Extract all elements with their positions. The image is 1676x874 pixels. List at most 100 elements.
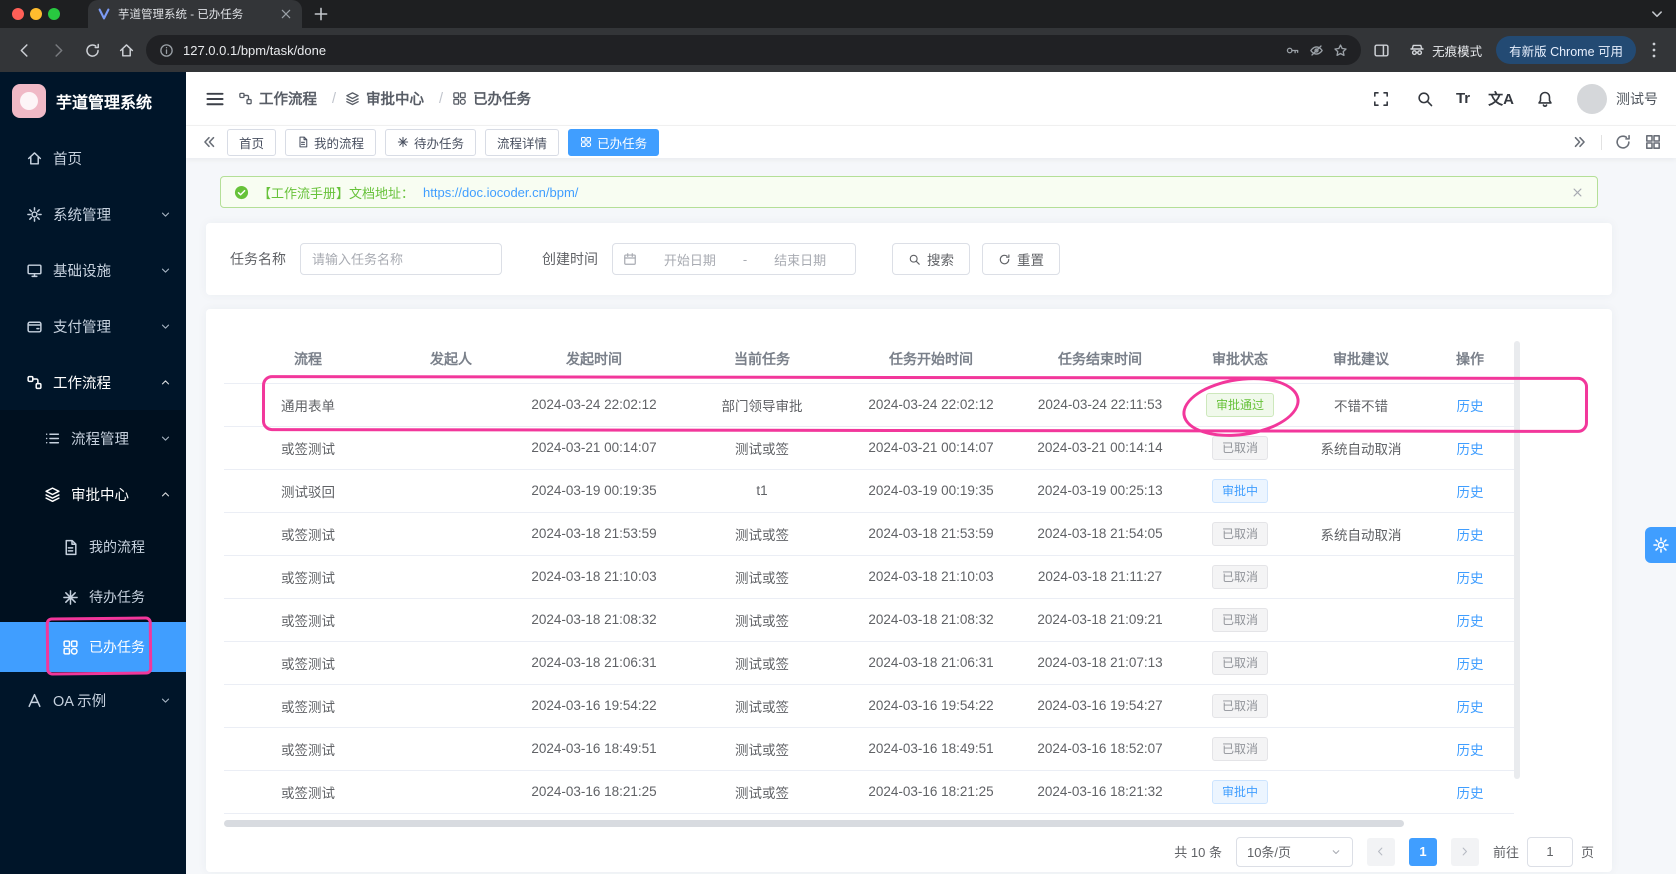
history-link[interactable]: 历史 <box>1457 614 1484 629</box>
breadcrumb-item[interactable]: 审批中心 / <box>345 88 452 109</box>
cell-initiator <box>392 598 510 642</box>
forward-icon[interactable] <box>44 36 72 64</box>
current-page-button[interactable]: 1 <box>1408 837 1437 866</box>
sidebar-menu: 首页 系统管理 基础设施 支付管理 工作流程 流程管理 审批中心 我的流程 待办… <box>0 130 186 728</box>
font-size-icon[interactable]: Tr <box>1453 83 1473 115</box>
reset-button[interactable]: 重置 <box>982 243 1060 275</box>
side-panel-icon[interactable] <box>1367 36 1395 64</box>
breadcrumb-item[interactable]: 工作流程 / <box>238 88 345 109</box>
history-link[interactable]: 历史 <box>1457 786 1484 801</box>
cell-initiator <box>392 555 510 599</box>
breadcrumb-item[interactable]: 已办任务 / <box>452 88 531 109</box>
browser-menu-icon[interactable] <box>1644 40 1664 60</box>
history-link[interactable]: 历史 <box>1457 743 1484 758</box>
select-chevron-icon <box>1330 846 1342 858</box>
goto-page-input[interactable] <box>1526 836 1573 867</box>
window-zoom-button[interactable] <box>48 8 60 20</box>
page-tab[interactable]: 流程详情 <box>485 128 560 156</box>
horizontal-scrollbar[interactable] <box>224 819 1404 827</box>
prev-page-button[interactable] <box>1366 837 1395 866</box>
column-header: 操作 <box>1426 335 1514 384</box>
translate-icon[interactable]: 文A <box>1485 83 1517 115</box>
chrome-update-button[interactable]: 有新版 Chrome 可用 <box>1496 36 1636 64</box>
sidebar-item[interactable]: 基础设施 <box>0 242 186 298</box>
history-link[interactable]: 历史 <box>1457 700 1484 715</box>
menu-item-icon <box>44 430 61 447</box>
sidebar-item[interactable]: 首页 <box>0 130 186 186</box>
cell-process: 或签测试 <box>224 684 392 728</box>
page-content: 【工作流手册】文档地址： https://doc.iocoder.cn/bpm/… <box>186 158 1676 874</box>
home-icon[interactable] <box>112 36 140 64</box>
fullscreen-icon[interactable] <box>1365 83 1397 115</box>
column-header: 流程 <box>224 335 392 384</box>
eye-off-icon[interactable] <box>1309 43 1324 58</box>
tab-close-icon[interactable] <box>279 7 293 21</box>
search-button[interactable]: 搜索 <box>892 243 970 275</box>
sidebar-item[interactable]: 流程管理 <box>0 410 186 466</box>
menu-item-icon <box>62 639 79 656</box>
new-tab-button[interactable] <box>312 5 330 23</box>
status-badge: 已取消 <box>1211 650 1268 675</box>
cell-task-start-time: 2024-03-16 18:21:25 <box>846 770 1016 814</box>
task-name-input[interactable] <box>300 243 502 275</box>
tab-search-icon[interactable] <box>1648 5 1666 23</box>
page-tab[interactable]: 已办任务 <box>568 128 660 156</box>
alert-doc-link[interactable]: https://doc.iocoder.cn/bpm/ <box>423 185 578 200</box>
cell-action: 历史 <box>1426 641 1514 685</box>
history-link[interactable]: 历史 <box>1457 399 1484 414</box>
cell-status: 审批通过 <box>1184 383 1296 427</box>
history-link[interactable]: 历史 <box>1457 528 1484 543</box>
breadcrumb-icon <box>345 91 360 106</box>
site-info-icon[interactable] <box>159 43 174 58</box>
history-link[interactable]: 历史 <box>1457 657 1484 672</box>
history-link[interactable]: 历史 <box>1457 442 1484 457</box>
sidebar-item[interactable]: 审批中心 <box>0 466 186 522</box>
history-link[interactable]: 历史 <box>1457 571 1484 586</box>
tabs-scroll-right-icon[interactable] <box>1571 133 1589 151</box>
cell-current-task: 测试或签 <box>678 770 846 814</box>
page-size-select[interactable]: 10条/页 <box>1235 836 1353 867</box>
sidebar-item[interactable]: 系统管理 <box>0 186 186 242</box>
page-tab[interactable]: 待办任务 <box>385 128 477 156</box>
layout-grid-icon[interactable] <box>1644 133 1662 151</box>
next-page-button[interactable] <box>1450 837 1479 866</box>
collapse-sidebar-icon[interactable] <box>204 88 226 110</box>
notification-bell-icon[interactable] <box>1529 83 1561 115</box>
sidebar-item[interactable]: 已办任务 <box>0 622 186 672</box>
app-logo[interactable]: 芋道管理系统 <box>0 72 186 130</box>
window-close-button[interactable] <box>12 8 24 20</box>
cell-task-end-time: 2024-03-16 18:52:07 <box>1016 727 1184 771</box>
url-bar[interactable]: 127.0.0.1/bpm/task/done <box>146 35 1362 65</box>
page-tab-label: 流程详情 <box>497 136 548 151</box>
page-tab[interactable]: 首页 <box>227 128 277 156</box>
cell-task-end-time: 2024-03-18 21:54:05 <box>1016 512 1184 556</box>
reload-icon[interactable] <box>78 36 106 64</box>
sidebar-item[interactable]: 我的流程 <box>0 522 186 572</box>
tabs-scroll-left-icon[interactable] <box>200 133 218 151</box>
date-range-picker[interactable]: 开始日期 - 结束日期 <box>612 243 856 275</box>
history-link[interactable]: 历史 <box>1457 485 1484 500</box>
cell-suggestion <box>1296 469 1426 513</box>
tab-title: 芋道管理系统 - 已办任务 <box>118 9 244 21</box>
sidebar-item[interactable]: 工作流程 <box>0 354 186 410</box>
page-tab[interactable]: 我的流程 <box>285 128 377 156</box>
cell-start-time: 2024-03-16 18:49:51 <box>510 727 678 771</box>
browser-tab[interactable]: 芋道管理系统 - 已办任务 <box>88 0 302 28</box>
search-icon[interactable] <box>1409 83 1441 115</box>
bookmark-star-icon[interactable] <box>1333 43 1348 58</box>
refresh-page-icon[interactable] <box>1614 133 1632 151</box>
user-menu[interactable]: 测试号 <box>1577 83 1658 114</box>
cell-initiator <box>392 469 510 513</box>
alert-close-icon[interactable] <box>1571 186 1584 199</box>
password-key-icon[interactable] <box>1285 43 1300 58</box>
sidebar-item[interactable]: 支付管理 <box>0 298 186 354</box>
chevron-icon <box>159 264 172 277</box>
sidebar-item[interactable]: OA 示例 <box>0 672 186 728</box>
sidebar-item[interactable]: 待办任务 <box>0 572 186 622</box>
theme-settings-button[interactable] <box>1645 527 1676 563</box>
cell-start-time: 2024-03-16 19:54:22 <box>510 684 678 728</box>
create-time-label: 创建时间 <box>542 251 598 267</box>
back-icon[interactable] <box>10 36 38 64</box>
favicon <box>97 7 111 21</box>
window-minimize-button[interactable] <box>30 8 42 20</box>
